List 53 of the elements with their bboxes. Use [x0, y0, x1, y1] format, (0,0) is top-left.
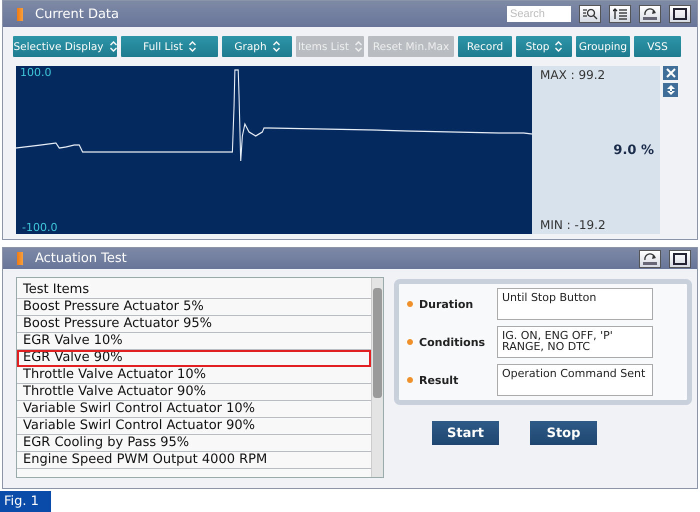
bullet-icon — [407, 377, 413, 383]
min-value: MIN : -19.2 — [540, 218, 607, 232]
list-item[interactable]: Variable Swirl Control Actuator 90% — [17, 418, 371, 435]
search-icon[interactable] — [579, 5, 601, 23]
max-value: MAX : 99.2 — [540, 68, 606, 82]
close-icon[interactable] — [663, 66, 678, 80]
search-field[interactable]: Search — [507, 6, 571, 22]
list-item[interactable]: Boost Pressure Actuator 95% — [17, 316, 371, 333]
field-label: Result — [419, 374, 460, 386]
dropdown-button[interactable]: Full List — [121, 36, 218, 57]
dropdown-button[interactable]: Stop — [516, 36, 572, 57]
axis-label: 100.0 — [20, 66, 52, 79]
up-down-caret-icon — [110, 41, 117, 52]
up-down-caret-icon — [272, 41, 280, 52]
flag-icon — [17, 252, 23, 265]
list-item[interactable]: Throttle Valve Actuator 90% — [17, 384, 371, 401]
expand-icon[interactable] — [663, 83, 678, 97]
field-label: Conditions — [419, 336, 486, 348]
value-box: Operation Command Sent — [497, 364, 653, 396]
maximize-icon[interactable] — [669, 5, 691, 23]
up-down-caret-icon — [188, 41, 196, 52]
scrollbar[interactable] — [371, 278, 383, 477]
toolbar-button[interactable]: Grouping — [576, 36, 630, 57]
dropdown-button[interactable]: Graph — [222, 36, 292, 57]
up-down-caret-icon — [355, 41, 362, 52]
dropdown-button[interactable]: Selective Display — [13, 36, 117, 57]
value-box: IG. ON, ENG OFF, 'P' RANGE, NO DTC — [497, 326, 653, 358]
list-item[interactable]: Variable Swirl Control Actuator 10% — [17, 401, 371, 418]
retry-icon[interactable] — [639, 250, 661, 268]
list-header: Test Items — [17, 282, 371, 299]
action-button[interactable]: Stop — [530, 421, 597, 445]
list-item[interactable]: Boost Pressure Actuator 5% — [17, 299, 371, 316]
toolbar-button[interactable]: Record — [458, 36, 512, 57]
window-title: Current Data — [35, 6, 120, 22]
list-item[interactable]: Engine Speed PWM Output 4000 RPM — [17, 452, 371, 469]
list-item[interactable]: Throttle Valve Actuator 10% — [17, 367, 371, 384]
bullet-icon — [407, 301, 413, 307]
action-button[interactable]: Start — [432, 421, 499, 445]
value-box: Until Stop Button — [497, 288, 653, 320]
bullet-icon — [407, 339, 413, 345]
current-value: 9.0 % — [613, 142, 654, 158]
list-item[interactable]: EGR Cooling by Pass 95% — [17, 435, 371, 452]
field-label: Duration — [419, 298, 474, 310]
maximize-icon[interactable] — [669, 250, 691, 268]
axis-label: -100.0 — [22, 221, 58, 234]
window-title: Actuation Test — [35, 251, 128, 266]
flag-icon — [17, 8, 23, 20]
toolbar-button[interactable]: VSS — [634, 36, 681, 57]
retry-icon[interactable] — [639, 5, 661, 23]
up-down-caret-icon — [555, 41, 562, 52]
figure-label: Fig. 1 — [0, 491, 51, 512]
list-item[interactable]: EGR Valve 10% — [17, 333, 371, 350]
list-icon[interactable] — [609, 5, 631, 23]
